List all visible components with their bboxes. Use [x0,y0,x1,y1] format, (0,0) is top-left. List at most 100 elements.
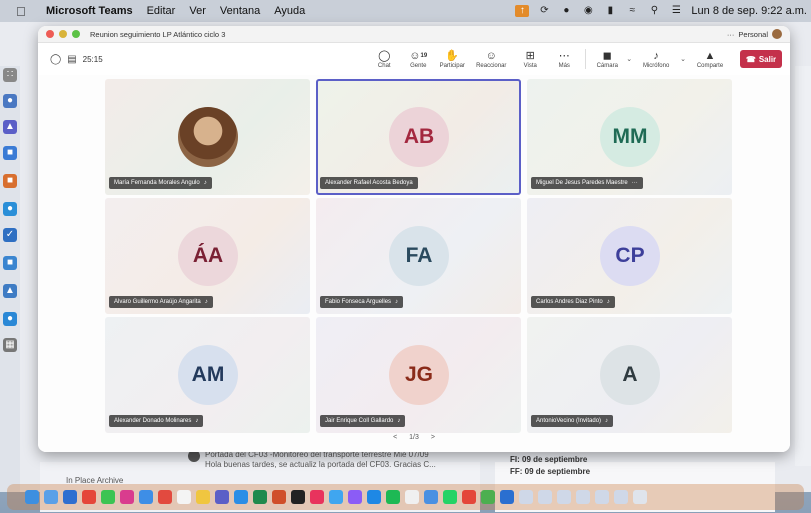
powerpoint-icon[interactable] [272,490,286,504]
participant-more-icon[interactable]: ··· [632,180,638,186]
spotlight-search-icon[interactable]: ⚲ [647,5,661,17]
people-rail-icon[interactable]: ▲ [3,284,17,298]
more-button[interactable]: ⋯ Más [547,50,581,69]
menu-ver[interactable]: Ver [189,5,206,17]
participant-tile[interactable]: FA Fabio Fonseca Arguelles ♪ [316,198,521,314]
camera-options-chevron-down-icon[interactable]: ⌄ [626,55,632,63]
music-icon[interactable] [310,490,324,504]
upload-status-icon[interactable]: ↑ [515,5,530,17]
messages-icon[interactable] [101,490,115,504]
control-center-icon[interactable]: ☰ [669,5,683,17]
participant-tile-active-speaker[interactable]: AB Alexander Rafael Acosta Bedoya [316,79,521,195]
microphone-button[interactable]: ♪ Micrófono [634,50,678,69]
window-thumb-2-icon[interactable] [538,490,552,504]
profile-avatar[interactable] [772,29,782,39]
minimize-window-button[interactable] [59,30,67,38]
chrome-alt-icon[interactable] [481,490,495,504]
battery-icon[interactable]: ▮ [603,5,617,17]
mail-icon[interactable] [139,490,153,504]
mic-muted-icon: ♪ [203,180,207,186]
photos-icon[interactable] [120,490,134,504]
app-status-icon[interactable]: ● [559,5,573,17]
trash-icon[interactable] [633,490,647,504]
raise-hand-button[interactable]: ✋ Participar [435,50,469,69]
participant-avatar: ÁA [178,226,238,286]
participant-tile[interactable]: A AntonioVecino (Invitado) ♪ [527,317,732,433]
hand-icon: ✋ [445,49,460,62]
wifi-icon[interactable]: ≈ [625,5,639,17]
files-rail-icon[interactable]: ■ [3,256,17,270]
maps-icon[interactable] [158,490,172,504]
app-store-icon[interactable] [329,490,343,504]
window-more-button[interactable]: ··· [727,30,735,39]
zoom-icon[interactable] [367,490,381,504]
launchpad-icon[interactable] [44,490,58,504]
menu-ayuda[interactable]: Ayuda [274,5,305,17]
mic-off-icon: ♪ [653,49,659,62]
participant-tile[interactable]: ÁA Alvaro Guillermo Araújo Angarita ♪ [105,198,310,314]
react-button[interactable]: ☺ Reaccionar [469,50,513,69]
apps-rail-icon[interactable]: ▦ [3,338,17,352]
share-button[interactable]: ▲ Comparte [688,50,732,69]
mic-muted-icon: ♪ [195,418,199,424]
menu-app-name[interactable]: Microsoft Teams [46,5,133,17]
finder-icon[interactable] [25,490,39,504]
profile-label[interactable]: Personal [738,30,768,39]
notes-icon[interactable] [196,490,210,504]
window-thumb-3-icon[interactable] [557,490,571,504]
pdf-icon[interactable] [462,490,476,504]
menu-ventana[interactable]: Ventana [220,5,260,17]
chrome-icon[interactable] [82,490,96,504]
pager-next-button[interactable]: > [431,434,435,441]
window-thumb-5-icon[interactable] [595,490,609,504]
meeting-window: Reunion seguimiento LP Atlántico ciclo 3… [38,26,790,452]
calendar-icon[interactable] [177,490,191,504]
vpn-status-icon[interactable]: ◉ [581,5,595,17]
chat-line-preview[interactable]: Hola buenas tardes, se actualiz la porta… [205,460,436,469]
activity-icon[interactable]: ● [3,94,17,108]
teams-rail-icon[interactable]: ■ [3,146,17,160]
excel-icon[interactable] [253,490,267,504]
chat-button[interactable]: ◯ Chat [367,50,401,69]
meeting-controls: ◯ Chat ☺19 Gente ✋ Participar ☺ Reaccion… [367,43,782,75]
onedrive-icon[interactable] [500,490,514,504]
recording-details-icon[interactable]: ▤ [67,54,76,65]
participant-tile[interactable]: María Fernanda Morales Angulo ♪ [105,79,310,195]
chat-rail-icon[interactable]: ▲ [3,120,17,134]
mic-options-chevron-down-icon[interactable]: ⌄ [680,55,686,63]
calendar-rail-icon[interactable]: ■ [3,174,17,188]
participant-tile[interactable]: MM Miguel De Jesus Paredes Maestre ··· [527,79,732,195]
safari-icon[interactable] [63,490,77,504]
window-thumb-4-icon[interactable] [576,490,590,504]
menu-editar[interactable]: Editar [147,5,176,17]
tasks-rail-icon[interactable]: ✓ [3,228,17,242]
window-thumb-1-icon[interactable] [519,490,533,504]
sync-status-icon[interactable]: ⟳ [537,5,551,17]
participant-tile[interactable]: JG Jair Enrique Coll Gallardo ♪ [316,317,521,433]
close-window-button[interactable] [46,30,54,38]
whatsapp-icon[interactable] [443,490,457,504]
camera-button[interactable]: ◼ Cámara [590,50,624,69]
view-button[interactable]: ⊞ Vista [513,50,547,69]
pager-prev-button[interactable]: < [393,434,397,441]
shield-icon[interactable]: ◯ [50,54,61,65]
teams-icon[interactable] [215,490,229,504]
window-thumb-6-icon[interactable] [614,490,628,504]
people-button[interactable]: ☺19 Gente [401,50,435,69]
participant-tile[interactable]: CP Carlos Andres Diaz Pinto ♪ [527,198,732,314]
grid-apps-icon[interactable]: ∷ [3,68,17,82]
tv-icon[interactable] [291,490,305,504]
zoom-window-button[interactable] [72,30,80,38]
participant-photo [178,107,238,167]
word-icon[interactable] [234,490,248,504]
podcasts-icon[interactable] [348,490,362,504]
outlook-icon[interactable] [424,490,438,504]
spotify-icon[interactable] [386,490,400,504]
preview-icon[interactable] [405,490,419,504]
leave-button[interactable]: ☎ Salir [740,50,782,68]
menu-clock[interactable]: Lun 8 de sep. 9:22 a.m. [691,5,807,17]
calls-rail-icon[interactable]: ● [3,202,17,216]
onedrive-rail-icon[interactable]: ● [3,312,17,326]
apple-icon[interactable]:  [16,4,30,19]
participant-tile[interactable]: AM Alexander Donado Molinares ♪ [105,317,310,433]
